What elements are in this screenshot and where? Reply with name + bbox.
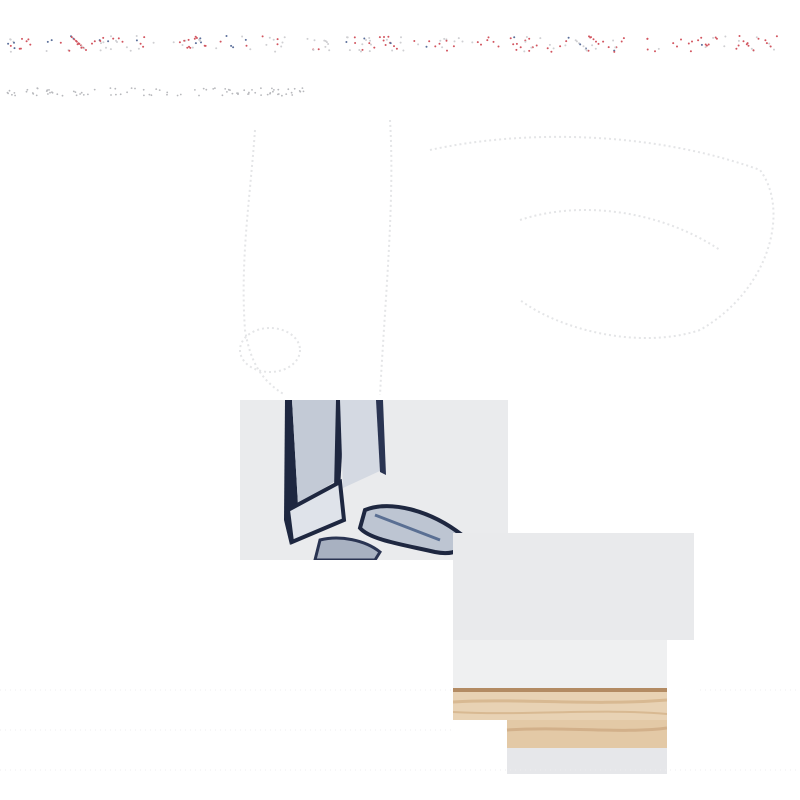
image-stage: [0, 0, 800, 800]
faded-floor-texture: [0, 689, 800, 771]
